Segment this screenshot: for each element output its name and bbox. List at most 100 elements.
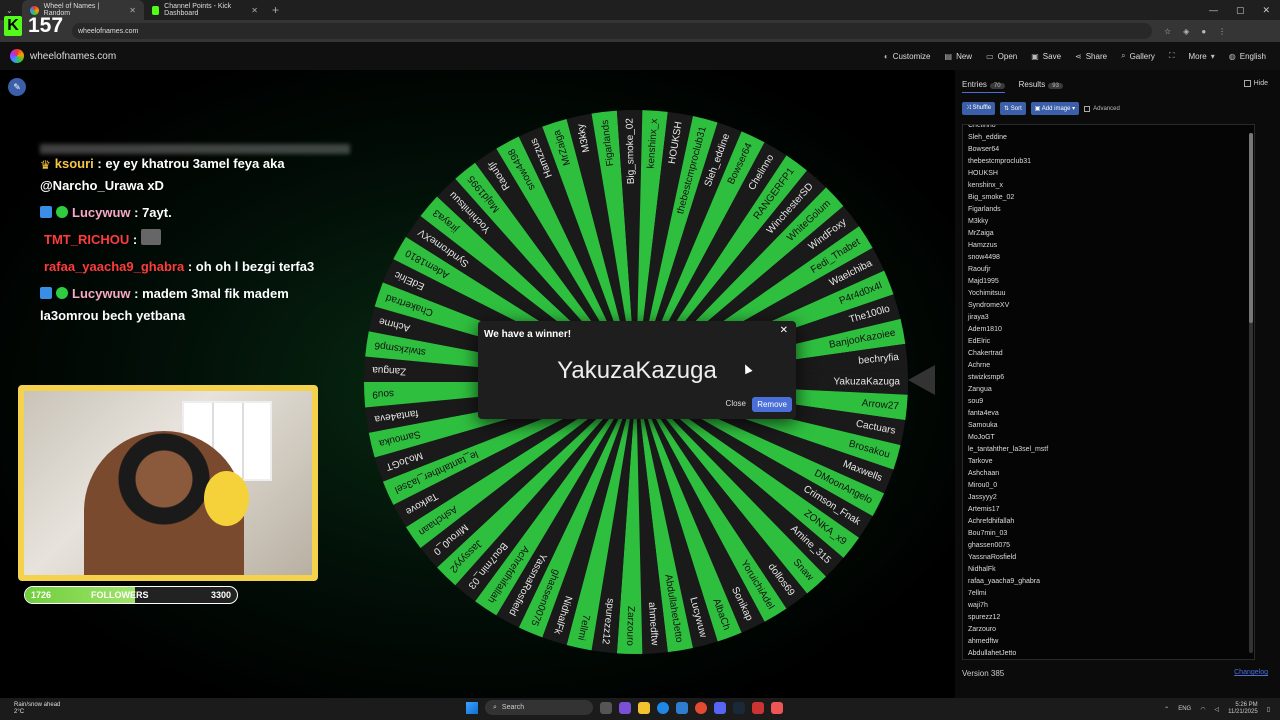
hide-toggle[interactable]: Hide [1243,80,1268,87]
entry-line: Raoufjr [968,266,991,273]
wheel-segment-label: Zangua [372,364,407,377]
sub-badge-icon [56,206,68,218]
changelog-link[interactable]: Changelog [1234,669,1268,676]
entry-line: ahmedftw [968,638,999,645]
menu-new[interactable]: ▤ New [945,51,973,61]
advanced-toggle[interactable]: Advanced [1084,105,1120,112]
entry-line: YassnaRosfield [968,554,1017,561]
steam-icon[interactable] [733,701,745,714]
browser-tabbar: ⌄ Wheel of Names | Random ✕ Channel Poin… [0,0,1280,20]
volume-icon[interactable]: ◁ [1214,706,1219,713]
entry-line: Chelinno [968,124,996,129]
new-tab-icon[interactable]: + [272,3,279,17]
minimize-icon[interactable]: — [1209,5,1218,16]
close-window-icon[interactable]: ✕ [1262,5,1270,16]
notification-icon[interactable]: ▯ [1267,706,1270,713]
wheel-logo-icon [10,49,24,63]
close-button[interactable]: Close [726,399,746,408]
sort-button[interactable]: ⇅ Sort [1000,102,1026,115]
wifi-icon[interactable]: ◠ [1200,706,1205,713]
tab-results[interactable]: Results 93 [1019,80,1063,93]
app-icon[interactable] [619,701,631,714]
weather-text: Rain/snow ahead [14,702,61,708]
tab-kick-dashboard[interactable]: Channel Points - Kick Dashboard ✕ [144,0,266,20]
menu-more[interactable]: More ▾ [1189,51,1215,61]
menu-save[interactable]: ▣ Save [1031,51,1061,61]
followers-goal: 3300 [210,590,231,600]
close-tab-icon[interactable]: ✕ [129,6,136,15]
profile-icon[interactable]: ● [1201,27,1206,36]
menu-share[interactable]: ⋖ Share [1075,51,1107,61]
edge-icon[interactable] [657,701,669,714]
menu-gallery[interactable]: ⌕ Gallery [1121,51,1155,61]
entry-line: AbdullahetJetto [968,650,1017,657]
edit-pencil-button[interactable]: ✎ [8,78,26,96]
discord-icon[interactable] [714,701,726,714]
entry-line: Adem1810 [968,326,1002,333]
clock-date: 11/21/2025 [1228,709,1258,715]
menu-dots-icon[interactable]: ⋮ [1218,27,1226,36]
entry-line: kenshinx_x [968,182,1004,189]
entries-scrollbar-thumb[interactable] [1249,133,1253,323]
file-explorer-icon[interactable] [638,701,650,714]
entry-line: jiraya3 [968,314,989,321]
url-field[interactable]: wheelofnames.com [72,23,1152,39]
entry-line: Sleh_eddine [968,134,1007,141]
fullscreen-button[interactable]: ⛶ [1169,51,1175,61]
bookmark-star-icon[interactable]: ☆ [1164,27,1171,36]
maximize-icon[interactable]: ▢ [1236,5,1245,16]
task-view-icon[interactable] [600,701,612,714]
results-count-badge: 93 [1048,83,1063,89]
remove-button[interactable]: Remove [752,397,792,412]
close-icon[interactable]: ✕ [780,325,788,336]
menu-language[interactable]: ◍ English [1229,51,1266,61]
entries-textarea[interactable]: Chelinno Sleh_eddine Bowser64 thebestcmproc… [962,124,1255,660]
hide-checkbox[interactable] [1243,80,1251,87]
entry-line: sou9 [968,398,984,405]
wheel-segment-label: sou9 [372,388,395,400]
chrome-icon[interactable] [695,701,707,714]
system-tray: ⌃ ENG ◠ ◁ 5:26 PM 11/21/2025 ▯ [1164,702,1270,716]
top-menu: ◐ Customize ▤ New ▭ Open ▣ Save ⋖ Share ⌕ Gall… [884,51,1280,61]
clock[interactable]: 5:26 PM 11/21/2025 [1228,702,1258,716]
entries-panel: Entries 70 Results 93 Hide ⤨ Shuffle ⇅ Sor… [955,70,1280,698]
entries-toolbar: ⤨ Shuffle ⇅ Sort ▣ Add image ▾ Advanced [962,102,1120,115]
verified-badge-icon [40,206,52,218]
advanced-label: Advanced [1093,105,1120,112]
weather-widget[interactable]: Rain/snow ahead 2°C [14,702,60,716]
app-icon[interactable] [752,701,764,714]
entry-line: Big_smoke_02 [968,194,1015,201]
entry-line: Samouka [968,422,998,429]
taskbar-search[interactable]: ⌕ Search [485,700,593,715]
shuffle-button[interactable]: ⤨ Shuffle [962,102,996,115]
menu-open[interactable]: ▭ Open [986,51,1017,61]
chat-username: rafaa_yaacha9_ghabra [44,259,185,274]
entries-count-badge: 70 [989,83,1005,89]
brave-icon[interactable] [771,701,783,714]
fullscreen-icon: ⛶ [1168,51,1175,60]
menu-customize[interactable]: ◐ Customize [884,51,931,61]
advanced-checkbox[interactable] [1084,105,1091,112]
stream-chat: ♛ ksouri : ey ey khatrou 3amel feya aka @… [40,153,350,332]
chat-username: Lucywuw [72,286,131,301]
entry-line: snow4498 [968,254,1000,261]
tab-entries[interactable]: Entries 70 [962,80,1005,93]
site-name[interactable]: wheelofnames.com [30,51,116,62]
entry-line: Yochimitsuu [968,290,1006,297]
panel-tabs: Entries 70 Results 93 [962,80,1063,93]
windows-start-icon[interactable] [466,701,478,714]
language-indicator[interactable]: ENG [1178,706,1191,712]
chat-username: Lucywuw [72,205,131,220]
sub-badge-icon [56,287,68,299]
extension-icon[interactable]: ◈ [1183,27,1189,36]
tab-title: Channel Points - Kick Dashboard [164,3,232,17]
add-image-button[interactable]: ▣ Add image ▾ [1030,102,1080,115]
clock-time: 5:26 PM [1235,702,1258,708]
close-tab-icon[interactable]: ✕ [251,6,258,15]
entry-line: NidhalFk [968,566,996,573]
window-controls: — ▢ ✕ [1209,5,1280,16]
store-icon[interactable] [676,701,688,714]
entry-line: Ashchaan [968,470,1000,477]
chevron-up-icon[interactable]: ⌃ [1164,706,1169,713]
entry-line: waji7h [968,602,988,609]
